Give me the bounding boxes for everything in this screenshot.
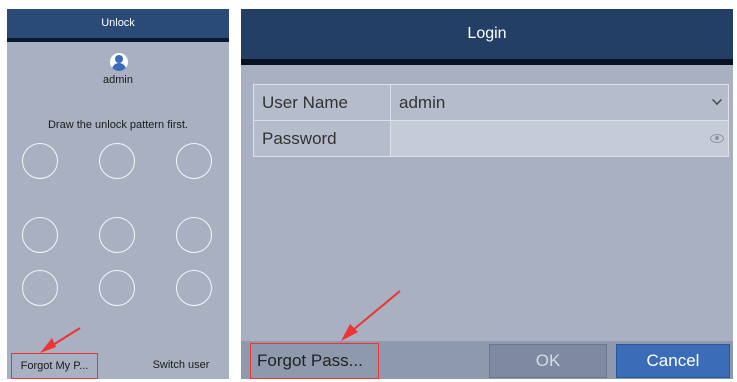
username-value: admin (399, 92, 446, 112)
pattern-dot-7[interactable] (22, 270, 58, 306)
username-label: User Name (253, 84, 391, 121)
password-label: Password (253, 120, 391, 157)
switch-user-button[interactable]: Switch user (137, 353, 225, 379)
header-divider (7, 38, 229, 42)
unlock-title: Unlock (101, 17, 135, 29)
login-form: User Name admin Password (253, 84, 729, 157)
pattern-dot-6[interactable] (176, 217, 212, 253)
unlock-username: admin (103, 74, 133, 86)
ok-button[interactable]: OK (489, 344, 607, 378)
eye-icon[interactable] (710, 134, 724, 143)
login-title: Login (467, 25, 507, 42)
pattern-dot-2[interactable] (99, 143, 135, 179)
login-header: Login (241, 9, 733, 65)
username-row: User Name admin (253, 84, 729, 121)
forgot-password-button[interactable]: Forgot Pass... (250, 343, 379, 379)
forgot-password-button[interactable]: Forgot My P... (11, 353, 98, 379)
cancel-button[interactable]: Cancel (616, 344, 730, 378)
login-dialog: Login User Name admin Password Forgot Pa… (241, 9, 733, 379)
password-row: Password (253, 120, 729, 157)
unlock-header: Unlock (7, 9, 229, 42)
pattern-dot-5[interactable] (99, 217, 135, 253)
pattern-dot-1[interactable] (22, 143, 58, 179)
unlock-instruction: Draw the unlock pattern first. (47, 119, 188, 131)
header-divider (241, 59, 733, 65)
password-input[interactable] (390, 120, 729, 157)
pattern-dot-9[interactable] (176, 270, 212, 306)
chevron-down-icon[interactable] (712, 95, 722, 105)
user-avatar-icon (110, 53, 128, 71)
unlock-panel: Unlock admin Draw the unlock pattern fir… (7, 9, 229, 379)
pattern-dot-8[interactable] (99, 270, 135, 306)
avatar-head (115, 55, 123, 63)
pattern-dot-4[interactable] (22, 217, 58, 253)
pattern-dot-3[interactable] (176, 143, 212, 179)
avatar-body (112, 63, 126, 71)
username-select[interactable]: admin (390, 84, 729, 121)
